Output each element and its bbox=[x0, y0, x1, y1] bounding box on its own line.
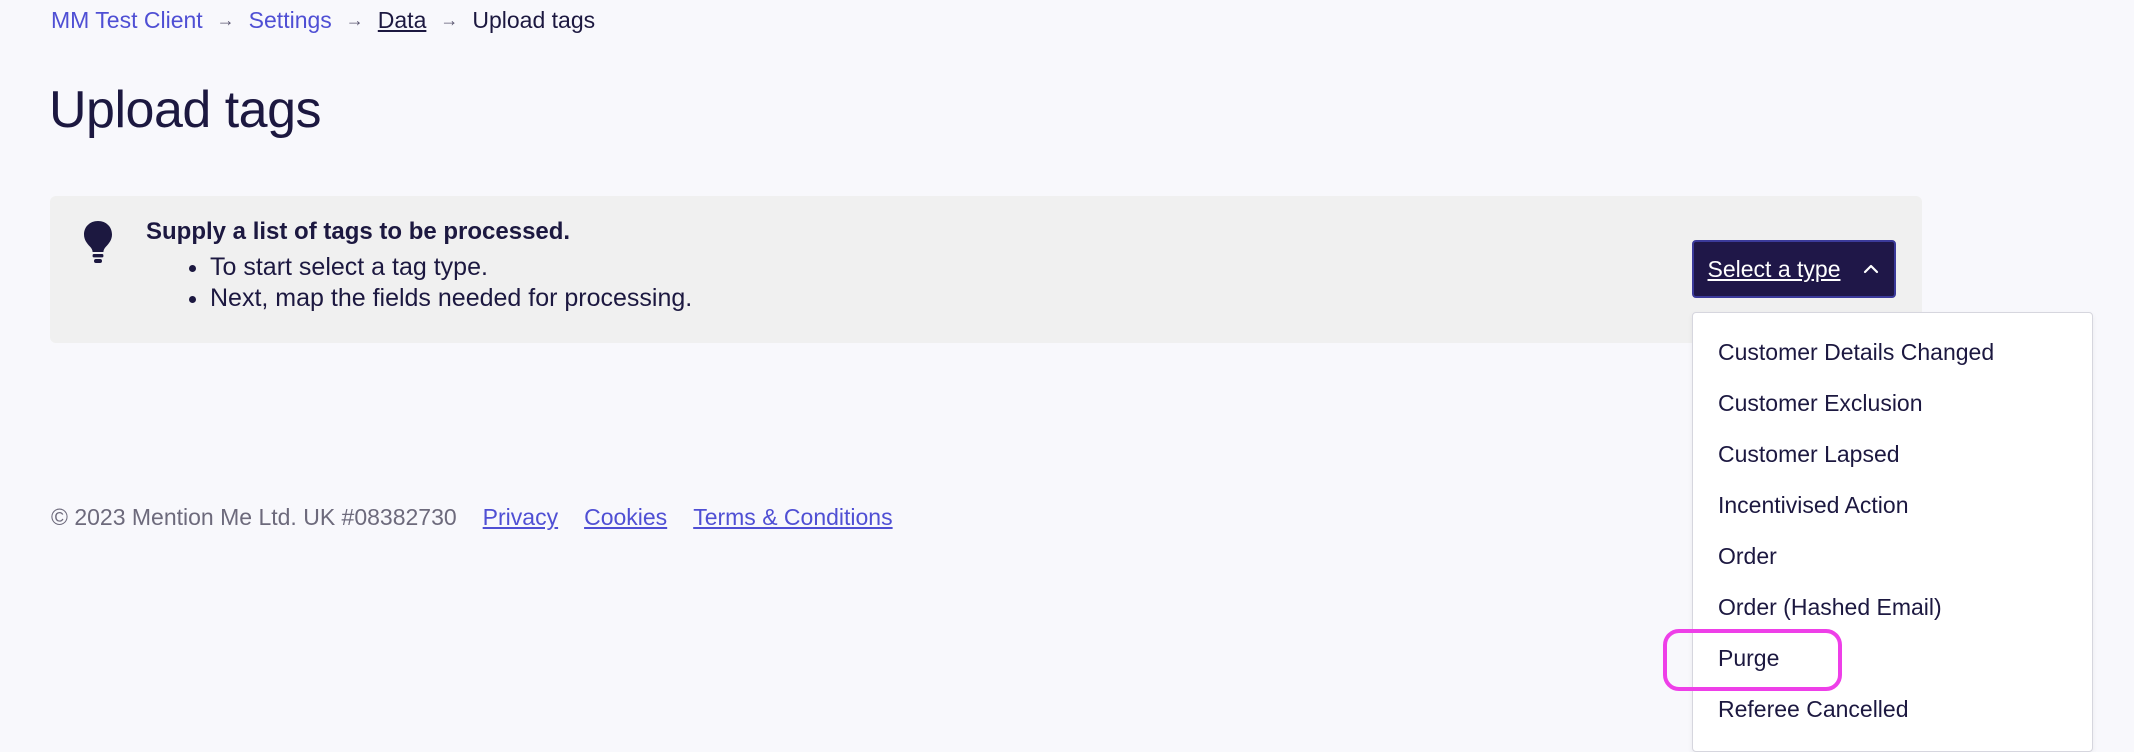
option-customer-exclusion[interactable]: Customer Exclusion bbox=[1718, 383, 1923, 423]
copyright-text: © 2023 Mention Me Ltd. UK #08382730 bbox=[51, 504, 457, 530]
option-order-hashed-email[interactable]: Order (Hashed Email) bbox=[1718, 587, 1942, 627]
arrow-right-icon: → bbox=[345, 9, 364, 30]
option-customer-lapsed[interactable]: Customer Lapsed bbox=[1718, 434, 1900, 474]
type-dropdown: Customer Details Changed Customer Exclus… bbox=[1692, 312, 2093, 752]
breadcrumb-data-link[interactable]: Data bbox=[378, 7, 427, 34]
breadcrumb: MM Test Client → Settings → Data → Uploa… bbox=[51, 4, 595, 36]
option-referee-cancelled[interactable]: Referee Cancelled bbox=[1718, 689, 1909, 729]
lightbulb-icon bbox=[84, 221, 112, 263]
cookies-link[interactable]: Cookies bbox=[584, 504, 667, 531]
info-panel: Supply a list of tags to be processed. T… bbox=[50, 196, 1922, 343]
select-type-button[interactable]: Select a type bbox=[1692, 240, 1896, 298]
option-incentivised-action[interactable]: Incentivised Action bbox=[1718, 485, 1909, 525]
option-order[interactable]: Order bbox=[1718, 536, 1777, 576]
footer: © 2023 Mention Me Ltd. UK #08382730 Priv… bbox=[51, 504, 919, 531]
select-type-label: Select a type bbox=[1707, 255, 1841, 282]
option-customer-details-changed[interactable]: Customer Details Changed bbox=[1718, 332, 1994, 372]
info-heading: Supply a list of tags to be processed. bbox=[146, 218, 571, 245]
arrow-right-icon: → bbox=[440, 9, 459, 30]
breadcrumb-client-link[interactable]: MM Test Client bbox=[51, 7, 203, 34]
info-text: Supply a list of tags to be processed. T… bbox=[146, 218, 692, 314]
terms-link[interactable]: Terms & Conditions bbox=[693, 504, 892, 531]
option-purge[interactable]: Purge bbox=[1718, 638, 1779, 678]
breadcrumb-settings-link[interactable]: Settings bbox=[249, 7, 332, 34]
privacy-link[interactable]: Privacy bbox=[483, 504, 558, 531]
info-list: To start select a tag type. Next, map th… bbox=[146, 252, 692, 314]
page-title: Upload tags bbox=[49, 81, 322, 139]
info-bullet: To start select a tag type. bbox=[210, 252, 692, 283]
arrow-right-icon: → bbox=[216, 9, 235, 30]
breadcrumb-current: Upload tags bbox=[472, 6, 596, 33]
chevron-up-icon bbox=[1864, 264, 1879, 274]
info-bullet: Next, map the fields needed for processi… bbox=[210, 283, 692, 314]
